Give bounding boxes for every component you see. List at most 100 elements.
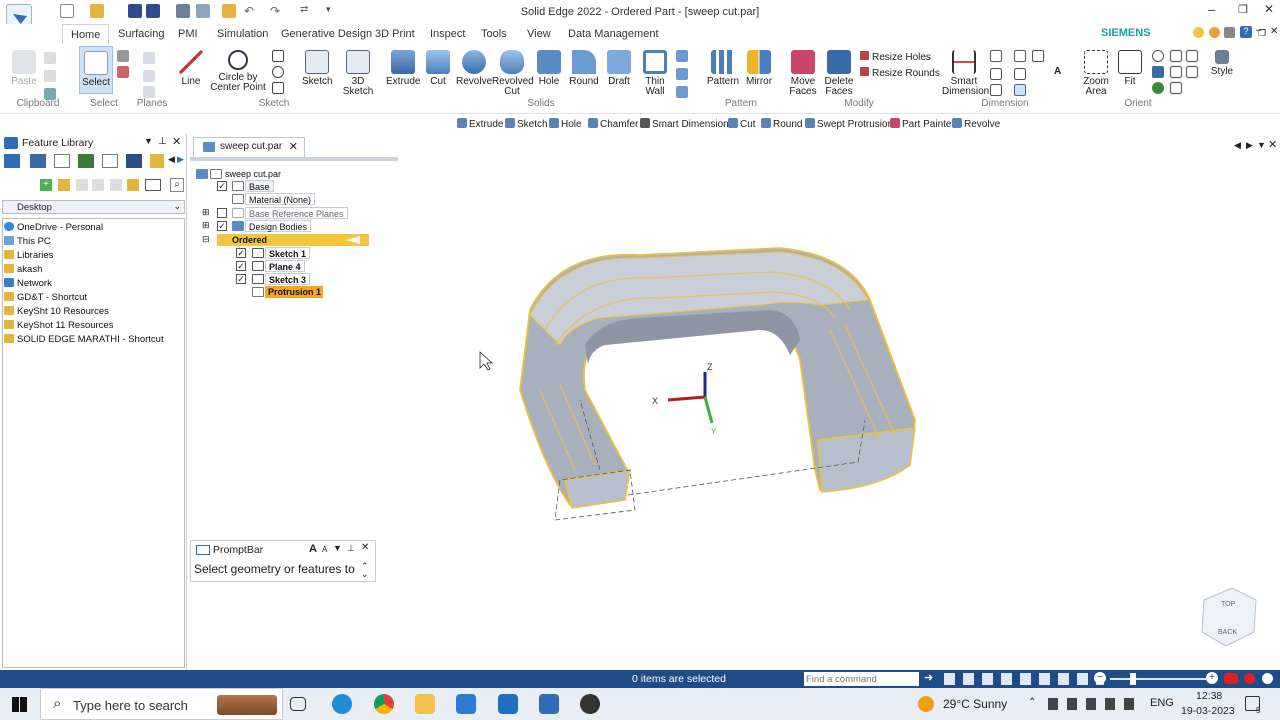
lib-up-icon[interactable] — [110, 179, 122, 191]
lib-search-icon[interactable]: ⌕ — [170, 178, 184, 192]
cmd-part-painter[interactable]: Part Painter — [890, 118, 955, 130]
tray-chevron-icon[interactable]: ⌃ — [1028, 697, 1036, 708]
dim-3-icon[interactable] — [990, 84, 1002, 96]
revolved-cut-button[interactable]: Revolved Cut — [492, 50, 534, 97]
cut-button[interactable]: Cut — [424, 50, 452, 87]
list-item-keyshot10[interactable]: KeySht 10 Resources — [4, 306, 109, 317]
cmd-round[interactable]: Round — [761, 118, 802, 130]
tab-tools[interactable]: Tools — [481, 28, 507, 40]
solids-more-3-icon[interactable] — [676, 86, 688, 98]
smiley-icon[interactable] — [1193, 27, 1204, 38]
tab-surfacing[interactable]: Surfacing — [118, 28, 164, 40]
lib-prev-icon[interactable]: ◀ — [168, 154, 175, 165]
tab-inspect[interactable]: Inspect — [430, 28, 465, 40]
dim-5-icon[interactable] — [1014, 68, 1026, 80]
draft-button[interactable]: Draft — [604, 50, 634, 87]
chrome-icon[interactable] — [374, 694, 394, 714]
list-item-akash[interactable]: akash — [4, 264, 42, 275]
view-4-icon[interactable] — [1186, 50, 1198, 62]
zoom-icon[interactable] — [1152, 50, 1164, 62]
rotate-icon[interactable] — [1152, 82, 1164, 94]
hole-button[interactable]: Hole — [534, 50, 564, 87]
record-icon[interactable] — [1244, 673, 1255, 684]
lib-back-icon[interactable] — [76, 179, 88, 191]
panel-close-icon[interactable]: ✕ — [172, 135, 181, 148]
plane-offset-icon[interactable] — [143, 70, 155, 82]
curve-icon[interactable] — [272, 82, 284, 94]
zoom-area-button[interactable]: Zoom Area — [1080, 50, 1112, 97]
lib-tab-3-icon[interactable] — [54, 154, 70, 168]
view-5-icon[interactable] — [1186, 66, 1198, 78]
dropdown-icon[interactable]: ▼ — [333, 543, 342, 553]
lib-home-icon[interactable] — [58, 179, 70, 191]
cmd-swept-protrusion[interactable]: Swept Protrusion — [805, 118, 893, 130]
tab-3d-print[interactable]: 3D Print — [375, 28, 415, 40]
lib-tab-6-icon[interactable] — [126, 154, 142, 168]
zoom-slider-thumb[interactable] — [1130, 673, 1136, 685]
help-circle-icon[interactable] — [1262, 673, 1273, 684]
cmd-hole[interactable]: Hole — [549, 118, 582, 130]
zoom-slider[interactable] — [1110, 678, 1206, 680]
tab-pmi[interactable]: PMI — [178, 28, 198, 40]
lib-forward-icon[interactable] — [92, 179, 104, 191]
delete-faces-button[interactable]: Delete Faces — [822, 50, 856, 97]
tab-list-icon[interactable]: ▼ — [1257, 140, 1266, 150]
smart-dimension-button[interactable]: Smart Dimension — [942, 50, 989, 97]
list-item-libraries[interactable]: Libraries — [4, 250, 53, 261]
lib-tab-7-icon[interactable] — [150, 154, 164, 168]
sketch-button[interactable]: Sketch — [302, 50, 333, 87]
pin-icon[interactable]: ⊥ — [158, 136, 167, 147]
select-option-icon[interactable] — [117, 50, 129, 62]
view-3-icon[interactable] — [1170, 82, 1182, 94]
font-size-icon[interactable]: A — [309, 543, 317, 555]
close-button[interactable]: ✕ — [1264, 2, 1274, 16]
tab-generative-design[interactable]: Generative Design — [281, 28, 372, 40]
list-item-onedrive[interactable]: OneDrive - Personal — [4, 222, 103, 233]
arc-icon[interactable] — [272, 66, 284, 78]
plane-icon[interactable] — [143, 52, 155, 64]
promptbar-close-icon[interactable]: ✕ — [361, 542, 369, 553]
youtube-icon[interactable] — [1224, 673, 1238, 684]
solids-more-2-icon[interactable] — [676, 68, 688, 80]
dim-1-icon[interactable] — [990, 50, 1002, 62]
view-1-icon[interactable] — [1170, 50, 1182, 62]
tab-simulation[interactable]: Simulation — [217, 28, 268, 40]
solids-more-1-icon[interactable] — [676, 50, 688, 62]
pin-icon[interactable]: ⊥ — [347, 543, 355, 554]
cmd-revolve[interactable]: Revolve — [952, 118, 1000, 130]
tab-next-icon[interactable]: ▶ — [1246, 140, 1253, 151]
line-button[interactable]: Line — [176, 50, 206, 87]
lib-view-icon[interactable] — [145, 179, 161, 191]
cmd-smart-dimension[interactable]: Smart Dimension — [640, 118, 729, 130]
pattern-button[interactable]: Pattern — [706, 50, 740, 87]
lib-tab-5-icon[interactable] — [102, 154, 118, 168]
select-filter-icon[interactable] — [117, 66, 129, 78]
clock-date[interactable]: 19-03-2023 — [1181, 705, 1235, 717]
weather-icon[interactable] — [918, 696, 934, 712]
plane-angle-icon[interactable] — [143, 86, 155, 98]
circle-button[interactable]: Circle by Center Point — [208, 50, 268, 93]
help-icon[interactable]: ? — [1240, 26, 1252, 38]
edge-icon[interactable] — [332, 694, 352, 714]
cmd-sketch[interactable]: Sketch — [505, 118, 548, 130]
copy-small-icon[interactable] — [44, 70, 56, 82]
dim-7-icon[interactable] — [1032, 50, 1044, 62]
thin-wall-button[interactable]: Thin Wall — [638, 50, 672, 97]
list-item-solid-edge-marathi[interactable]: SOLID EDGE MARATHI - Shortcut — [4, 334, 164, 345]
panel-menu-icon[interactable]: ▼ — [144, 136, 153, 146]
text-icon[interactable]: A — [1054, 66, 1066, 78]
find-go-icon[interactable]: ➜ — [924, 671, 933, 684]
window-close-icon[interactable]: ✕ — [1268, 138, 1277, 151]
language-indicator[interactable]: ENG — [1150, 697, 1174, 709]
3d-sketch-button[interactable]: 3D Sketch — [342, 50, 374, 97]
solid-edge-taskbar-icon[interactable] — [539, 694, 559, 714]
swept-part-model[interactable] — [519, 247, 916, 521]
prompt-scroll-icon[interactable]: ⌃ ⌄ — [361, 562, 369, 579]
list-item-network[interactable]: Network — [4, 278, 52, 289]
tab-data-management[interactable]: Data Management — [568, 28, 659, 40]
rectangle-icon[interactable] — [272, 50, 284, 62]
weather-text[interactable]: 29°C Sunny — [943, 697, 1007, 711]
resize-rounds-button[interactable]: Resize Rounds — [860, 67, 940, 79]
extrude-button[interactable]: Extrude — [386, 50, 420, 87]
cmd-extrude[interactable]: Extrude — [457, 118, 503, 130]
